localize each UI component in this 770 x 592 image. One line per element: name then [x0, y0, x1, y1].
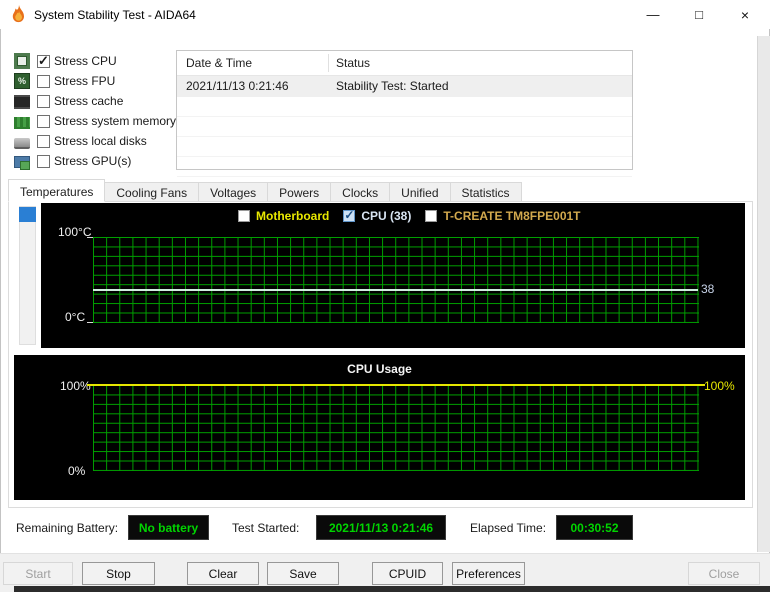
maximize-button[interactable]: □ — [676, 0, 722, 29]
legend-motherboard-checkbox[interactable] — [238, 210, 250, 222]
elapsed-time-label: Elapsed Time: — [470, 521, 547, 535]
legend-tcreate-label: T-CREATE TM8FPE001T — [443, 209, 581, 223]
start-button: Start — [3, 562, 73, 585]
test-started-value: 2021/11/13 0:21:46 — [316, 515, 446, 540]
temp-axis-min-label: 0°C — [65, 310, 86, 324]
battery-value-text: No battery — [138, 520, 199, 535]
check-mark: ✓ — [38, 52, 49, 68]
ram-icon — [14, 116, 30, 129]
close-button[interactable]: × — [722, 0, 768, 29]
gpu-icon — [14, 155, 30, 170]
chart-tabs: Temperatures Cooling Fans Voltages Power… — [8, 179, 522, 202]
tab-clocks[interactable]: Clocks — [330, 182, 391, 202]
close-dialog-button: Close — [688, 562, 760, 585]
cpuid-button[interactable]: CPUID — [372, 562, 443, 585]
cpu-usage-title: CPU Usage — [347, 362, 412, 376]
cpu-usage-line — [87, 384, 705, 386]
empty-row — [177, 137, 632, 157]
background-window-edge — [14, 586, 770, 592]
stop-button[interactable]: Stop — [82, 562, 155, 585]
stability-test-window: { "window_title": "System Stability Test… — [0, 0, 770, 592]
window-title: System Stability Test - AIDA64 — [34, 8, 196, 22]
column-header-status[interactable]: Status — [336, 56, 370, 70]
remaining-battery-value: No battery — [128, 515, 209, 540]
vertical-scale-slider-track[interactable] — [19, 206, 36, 345]
legend-motherboard-label: Motherboard — [256, 209, 330, 223]
save-button[interactable]: Save — [267, 562, 339, 585]
stress-gpu-checkbox[interactable] — [37, 154, 50, 168]
empty-row — [177, 97, 632, 117]
temperature-grid — [93, 237, 699, 323]
stress-option-memory: Stress system memory — [14, 111, 176, 131]
cpu-temperature-line — [93, 289, 698, 291]
disk-icon — [14, 137, 30, 149]
stress-fpu-checkbox[interactable] — [37, 74, 50, 88]
chart-legend: Motherboard ✓ CPU (38) T-CREATE TM8FPE00… — [238, 208, 595, 223]
stress-option-cpu: ✓ Stress CPU — [14, 51, 176, 71]
tab-powers[interactable]: Powers — [267, 182, 332, 202]
event-log-table[interactable]: Date & Time Status 2021/11/13 0:21:46 St… — [176, 50, 633, 177]
stress-memory-checkbox[interactable] — [37, 114, 50, 128]
column-divider — [328, 54, 329, 72]
stress-cache-label: Stress cache — [54, 94, 124, 108]
maximize-icon: □ — [695, 7, 703, 22]
test-started-text: 2021/11/13 0:21:46 — [328, 520, 434, 535]
stress-memory-label: Stress system memory — [54, 114, 177, 128]
stress-option-fpu: % Stress FPU — [14, 71, 176, 91]
tab-statistics[interactable]: Statistics — [449, 182, 522, 202]
empty-row — [177, 157, 632, 177]
vertical-scale-slider-thumb[interactable] — [19, 207, 36, 222]
stress-fpu-label: Stress FPU — [54, 74, 116, 88]
elapsed-time-value: 00:30:52 — [556, 515, 633, 540]
aida64-flame-icon — [12, 5, 24, 23]
stress-option-gpu: Stress GPU(s) — [14, 151, 176, 171]
legend-cpu-label: CPU (38) — [361, 209, 412, 223]
usage-axis-max-label: 100% — [60, 379, 91, 393]
cache-icon — [14, 94, 30, 109]
stress-gpu-label: Stress GPU(s) — [54, 154, 132, 168]
tab-voltages[interactable]: Voltages — [198, 182, 269, 202]
cpu-icon — [14, 53, 30, 69]
preferences-button[interactable]: Preferences — [452, 562, 525, 585]
test-started-label: Test Started: — [232, 521, 300, 535]
stress-option-disks: Stress local disks — [14, 131, 176, 151]
remaining-battery-label: Remaining Battery: — [16, 521, 119, 535]
tab-temperatures[interactable]: Temperatures — [8, 179, 106, 202]
stress-cpu-label: Stress CPU — [54, 54, 117, 68]
stress-disks-checkbox[interactable] — [37, 134, 50, 148]
stress-disks-label: Stress local disks — [54, 134, 147, 148]
temperature-chart-panel: Motherboard ✓ CPU (38) T-CREATE TM8FPE00… — [41, 203, 745, 348]
cpu-temperature-value: 38 — [701, 282, 715, 296]
event-datetime: 2021/11/13 0:21:46 — [186, 79, 289, 93]
tab-unified[interactable]: Unified — [389, 182, 451, 202]
table-row[interactable]: 2021/11/13 0:21:46 Stability Test: Start… — [177, 76, 632, 97]
event-status: Stability Test: Started — [336, 79, 449, 93]
right-scrollbar-strip[interactable] — [757, 36, 770, 552]
stress-options-group: ✓ Stress CPU % Stress FPU Stress cache S… — [14, 51, 176, 171]
check-mark: ✓ — [344, 208, 355, 222]
legend-cpu-checkbox[interactable]: ✓ — [343, 208, 356, 222]
cpu-usage-chart-panel: CPU Usage 100% 100% 0% — [14, 355, 745, 500]
stress-cpu-checkbox[interactable]: ✓ — [37, 52, 50, 68]
clear-button[interactable]: Clear — [187, 562, 259, 585]
minimize-icon: — — [646, 7, 660, 22]
title-bar: System Stability Test - AIDA64 — □ × — [0, 0, 770, 29]
stress-option-cache: Stress cache — [14, 91, 176, 111]
fpu-icon: % — [14, 73, 30, 89]
legend-tcreate-checkbox[interactable] — [425, 210, 438, 222]
usage-current-value-label: 100% — [704, 379, 735, 393]
close-icon: × — [740, 6, 750, 23]
elapsed-time-text: 00:30:52 — [570, 520, 619, 535]
minimize-button[interactable]: — — [630, 0, 676, 29]
column-header-datetime[interactable]: Date & Time — [186, 56, 252, 70]
usage-axis-min-label: 0% — [68, 464, 86, 478]
tab-cooling-fans[interactable]: Cooling Fans — [104, 182, 200, 202]
empty-row — [177, 117, 632, 137]
table-header: Date & Time Status — [177, 51, 632, 76]
cpu-usage-grid — [93, 385, 699, 471]
stress-cache-checkbox[interactable] — [37, 94, 50, 108]
